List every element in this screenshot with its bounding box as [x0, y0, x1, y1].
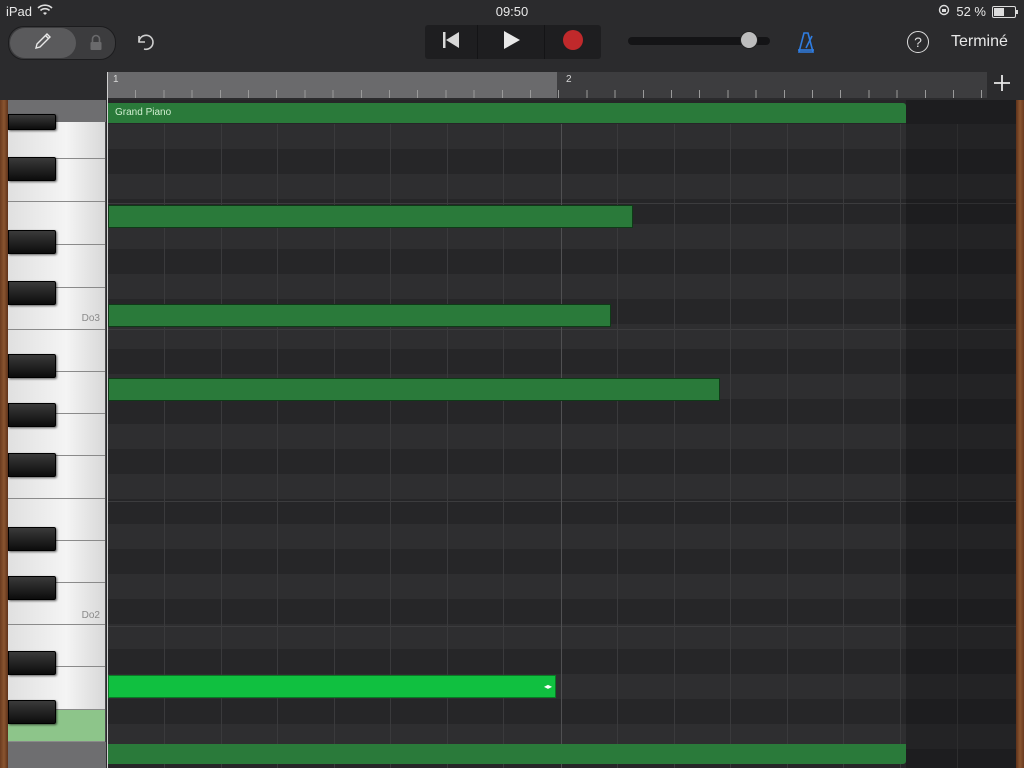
transport-controls: [425, 25, 601, 59]
done-button[interactable]: Terminé: [951, 33, 1008, 51]
piano-key-d-sharp-2[interactable]: [8, 576, 56, 600]
plus-icon: [993, 74, 1011, 97]
skip-back-icon: [441, 31, 461, 54]
add-section-button[interactable]: [987, 72, 1017, 98]
piano-key-d-sharp-3[interactable]: [8, 281, 56, 305]
ruler-bar-1-label: 1: [113, 74, 119, 85]
battery-icon: [992, 5, 1018, 18]
piano-key-c-sharp-3[interactable]: [8, 354, 56, 378]
lock-icon: [89, 34, 103, 56]
midi-note[interactable]: [108, 378, 720, 401]
out-of-region-area: [906, 100, 1016, 768]
play-icon: [501, 30, 521, 55]
region-header[interactable]: Grand Piano: [108, 103, 906, 123]
lock-button[interactable]: [89, 34, 103, 57]
metronome-icon: [794, 32, 818, 59]
piano-key-f-sharp-3[interactable]: [8, 230, 56, 254]
key-label-do3: Do3: [81, 313, 100, 324]
piano-key-a-sharp-1[interactable]: [8, 700, 56, 724]
ruler-ticks: [107, 90, 987, 98]
ruler-bar-2-label: 2: [566, 74, 572, 85]
region-name: Grand Piano: [115, 107, 172, 118]
midi-note[interactable]: [108, 304, 611, 327]
clock: 09:50: [495, 4, 529, 19]
record-icon: [562, 29, 584, 56]
piano-key-a-sharp-3[interactable]: [8, 114, 56, 130]
piano-key-g-sharp-2[interactable]: [8, 453, 56, 477]
keyboard-bottom-cap: [8, 742, 106, 768]
midi-note[interactable]: [108, 205, 633, 228]
region-footer[interactable]: [108, 744, 906, 764]
piano-keyboard: Do3 Do2: [8, 100, 106, 768]
undo-button[interactable]: [134, 32, 156, 59]
pencil-icon: [32, 30, 54, 57]
rotation-lock-icon: [938, 4, 950, 19]
piano-key-f-sharp-2[interactable]: [8, 527, 56, 551]
record-button[interactable]: [545, 25, 601, 59]
playhead[interactable]: [107, 72, 108, 768]
play-button[interactable]: [478, 25, 545, 59]
metronome-button[interactable]: [794, 31, 818, 60]
wood-panel-right: [1016, 100, 1024, 768]
key-label-do2: Do2: [81, 610, 100, 621]
battery-percent: 52 %: [956, 4, 986, 19]
status-bar: iPad 09:50 52 %: [0, 0, 1024, 22]
midi-note-selected[interactable]: ◂▸: [108, 675, 556, 698]
resize-handle-icon[interactable]: ◂▸: [544, 682, 552, 691]
pencil-tool-button[interactable]: [10, 28, 76, 58]
piano-key-a-sharp-2[interactable]: [8, 403, 56, 427]
piano-key-g-sharp-3[interactable]: [8, 157, 56, 181]
toolbar: ? Terminé: [0, 22, 1024, 70]
timeline-ruler[interactable]: 1 2: [0, 70, 1024, 100]
edit-mode-segmented-control: [8, 26, 116, 60]
piano-roll-grid[interactable]: Grand Piano ◂▸: [108, 100, 1016, 768]
undo-icon: [134, 34, 156, 58]
wood-panel-left: [0, 100, 8, 768]
volume-slider-knob[interactable]: [739, 31, 758, 49]
go-to-beginning-button[interactable]: [425, 25, 478, 59]
help-button[interactable]: ?: [907, 31, 929, 53]
volume-slider[interactable]: [628, 31, 770, 49]
piano-key-c-sharp-2[interactable]: [8, 651, 56, 675]
